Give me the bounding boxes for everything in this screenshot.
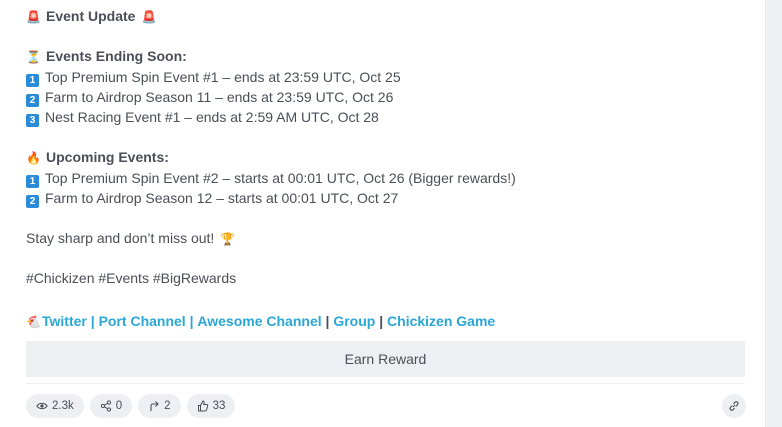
title-line: 🚨 Event Update 🚨 <box>26 6 746 26</box>
number-badge: 1 <box>26 174 39 188</box>
list-item: 2 Farm to Airdrop Season 12 – starts at 0… <box>26 188 746 208</box>
list-item-text: Farm to Airdrop Season 12 – starts at 00… <box>45 189 399 206</box>
link-separator: | <box>379 312 384 329</box>
police-siren-icon: 🚨 <box>141 10 157 24</box>
forwards-pill[interactable]: 2 <box>138 394 181 418</box>
link-separator: | <box>90 312 95 329</box>
number-badge: 3 <box>26 113 39 127</box>
views-pill[interactable]: 2.3k <box>26 394 84 418</box>
list-item: 2 Farm to Airdrop Season 11 – ends at 23:… <box>26 87 746 107</box>
earn-reward-button[interactable]: Earn Reward <box>26 341 745 377</box>
twitter-link[interactable]: Twitter <box>42 313 87 329</box>
list-item-text: Top Premium Spin Event #2 – starts at 00… <box>45 169 516 186</box>
likes-pill[interactable]: 33 <box>186 394 236 418</box>
message-card: 🚨 Event Update 🚨 ⏳ Events Ending Soon: 1 Top… <box>0 0 766 427</box>
shares-pill[interactable]: 0 <box>89 394 133 418</box>
ending-header: Events Ending Soon: <box>46 48 187 65</box>
ending-header-line: ⏳ Events Ending Soon: <box>26 46 746 66</box>
hashtags: #Chickizen #Events #BigRewards <box>26 270 237 287</box>
list-item: 1 Top Premium Spin Event #2 – starts at 0… <box>26 168 746 188</box>
eye-icon <box>36 402 48 410</box>
police-siren-icon: 🚨 <box>26 10 41 24</box>
fire-icon: 🔥 <box>26 151 41 166</box>
message-body: 🚨 Event Update 🚨 ⏳ Events Ending Soon: 1 Top… <box>26 6 746 331</box>
list-item-text: Top Premium Spin Event #1 – ends at 23:5… <box>45 68 401 85</box>
chickizen-game-link[interactable]: Chickizen Game <box>387 313 495 329</box>
post-title: Event Update <box>46 8 136 24</box>
closing-line: Stay sharp and don’t miss out! 🏆 <box>26 228 746 248</box>
link-icon <box>729 401 739 411</box>
share-icon <box>100 400 111 412</box>
group-link[interactable]: Group <box>333 313 375 329</box>
number-badge: 1 <box>26 73 39 87</box>
divider <box>26 383 745 384</box>
forwards-count: 2 <box>164 400 171 412</box>
copy-link-button[interactable] <box>722 394 746 418</box>
shares-count: 0 <box>115 400 123 412</box>
awesome-channel-link[interactable]: Awesome Channel <box>197 313 321 329</box>
scrollbar-track[interactable] <box>767 0 782 427</box>
link-separator: | <box>325 312 330 329</box>
number-badge: 2 <box>26 194 39 208</box>
stats-bar: 2.3k 0 2 33 <box>26 394 236 418</box>
port-channel-link[interactable]: Port Channel <box>99 313 186 329</box>
trophy-icon: 🏆 <box>220 232 236 247</box>
chicken-icon: 🐔 <box>26 314 41 329</box>
upcoming-header-line: 🔥 Upcoming Events: <box>26 147 746 167</box>
likes-count: 33 <box>212 400 226 412</box>
views-count: 2.3k <box>52 400 74 412</box>
list-item: 1 Top Premium Spin Event #1 – ends at 23:… <box>26 67 746 87</box>
closing-text: Stay sharp and don’t miss out! <box>26 230 215 247</box>
number-badge: 2 <box>26 93 39 107</box>
thumbs-up-icon <box>197 400 208 412</box>
list-item-text: Farm to Airdrop Season 11 – ends at 23:5… <box>45 88 394 105</box>
forward-icon <box>150 401 159 411</box>
link-separator: | <box>189 312 194 329</box>
links-line: 🐔Twitter | Port Channel | Awesome Channe… <box>26 311 746 331</box>
list-item-text: Nest Racing Event #1 – ends at 2:59 AM U… <box>45 108 379 125</box>
upcoming-header: Upcoming Events: <box>46 149 169 166</box>
list-item: 3 Nest Racing Event #1 – ends at 2:59 AM … <box>26 107 746 127</box>
hourglass-icon: ⏳ <box>26 50 41 65</box>
